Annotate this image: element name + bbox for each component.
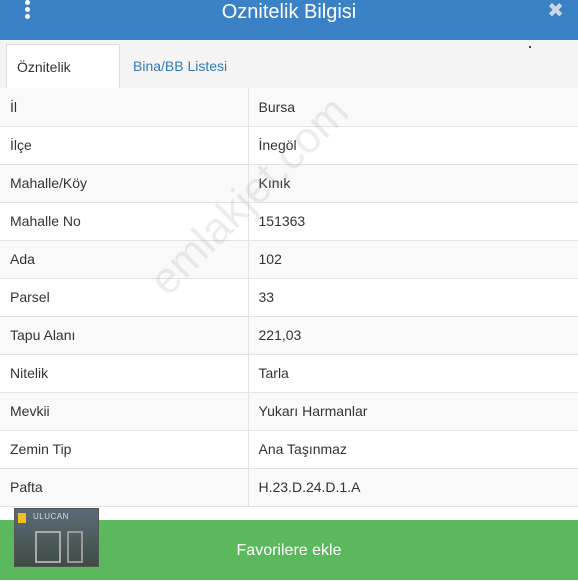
attr-value: 151363	[248, 202, 578, 241]
table-row: Mahalle/Köy Kınık	[0, 164, 578, 203]
attr-value: Tarla	[248, 354, 578, 393]
attr-key: Zemin Tip	[0, 430, 249, 469]
table-row: Parsel 33	[0, 278, 578, 317]
attr-key: Mevkii	[0, 392, 249, 431]
attr-key: Parsel	[0, 278, 249, 317]
table-row: Mevkii Yukarı Harmanlar	[0, 392, 578, 431]
table-row: Mahalle No 151363	[0, 202, 578, 241]
storefront-window-shape	[67, 531, 83, 563]
attr-value: İnegöl	[248, 126, 578, 165]
page-title: Oznitelik Bilgisi	[221, 1, 357, 23]
tab-bar: Öznitelik Bilgisi Bina/BB Listesi	[0, 40, 578, 119]
logo-icon	[18, 513, 26, 523]
thumbnail-logo-text: ULUCAN	[33, 512, 69, 521]
attr-key: İl	[0, 88, 249, 127]
attr-value: Bursa	[248, 88, 578, 127]
attr-value: 221,03	[248, 316, 578, 355]
attr-value: 33	[248, 278, 578, 317]
attr-value: Yukarı Harmanlar	[248, 392, 578, 431]
stray-dot	[529, 46, 531, 48]
table-row: Pafta H.23.D.24.D.1.A	[0, 468, 578, 507]
header-bar: Oznitelik Bilgisi ✖	[0, 0, 578, 40]
table-row: İlçe İnegöl	[0, 126, 578, 165]
attr-value: 102	[248, 240, 578, 279]
table-row: Nitelik Tarla	[0, 354, 578, 393]
attr-key: Ada	[0, 240, 249, 279]
storefront-door-shape	[35, 531, 61, 563]
attr-key: Mahalle/Köy	[0, 164, 249, 203]
attr-value: H.23.D.24.D.1.A	[248, 468, 578, 507]
attr-value: Kınık	[248, 164, 578, 203]
close-icon[interactable]: ✖	[547, 0, 564, 22]
table-row: Zemin Tip Ana Taşınmaz	[0, 430, 578, 469]
table-row: Ada 102	[0, 240, 578, 279]
tab-oznitelik-bilgisi[interactable]: Öznitelik Bilgisi	[6, 44, 120, 119]
attr-key: Mahalle No	[0, 202, 249, 241]
attr-key: Tapu Alanı	[0, 316, 249, 355]
attribute-table: İl Bursa İlçe İnegöl Mahalle/Köy Kınık Maha…	[0, 88, 578, 507]
table-row: Tapu Alanı 221,03	[0, 316, 578, 355]
photo-thumbnail[interactable]: ULUCAN	[14, 508, 99, 567]
tab-bina-bb-listesi[interactable]: Bina/BB Listesi	[123, 44, 237, 88]
table-row: İl Bursa	[0, 88, 578, 127]
attr-key: İlçe	[0, 126, 249, 165]
attr-value: Ana Taşınmaz	[248, 430, 578, 469]
attr-key: Pafta	[0, 468, 249, 507]
attr-key: Nitelik	[0, 354, 249, 393]
